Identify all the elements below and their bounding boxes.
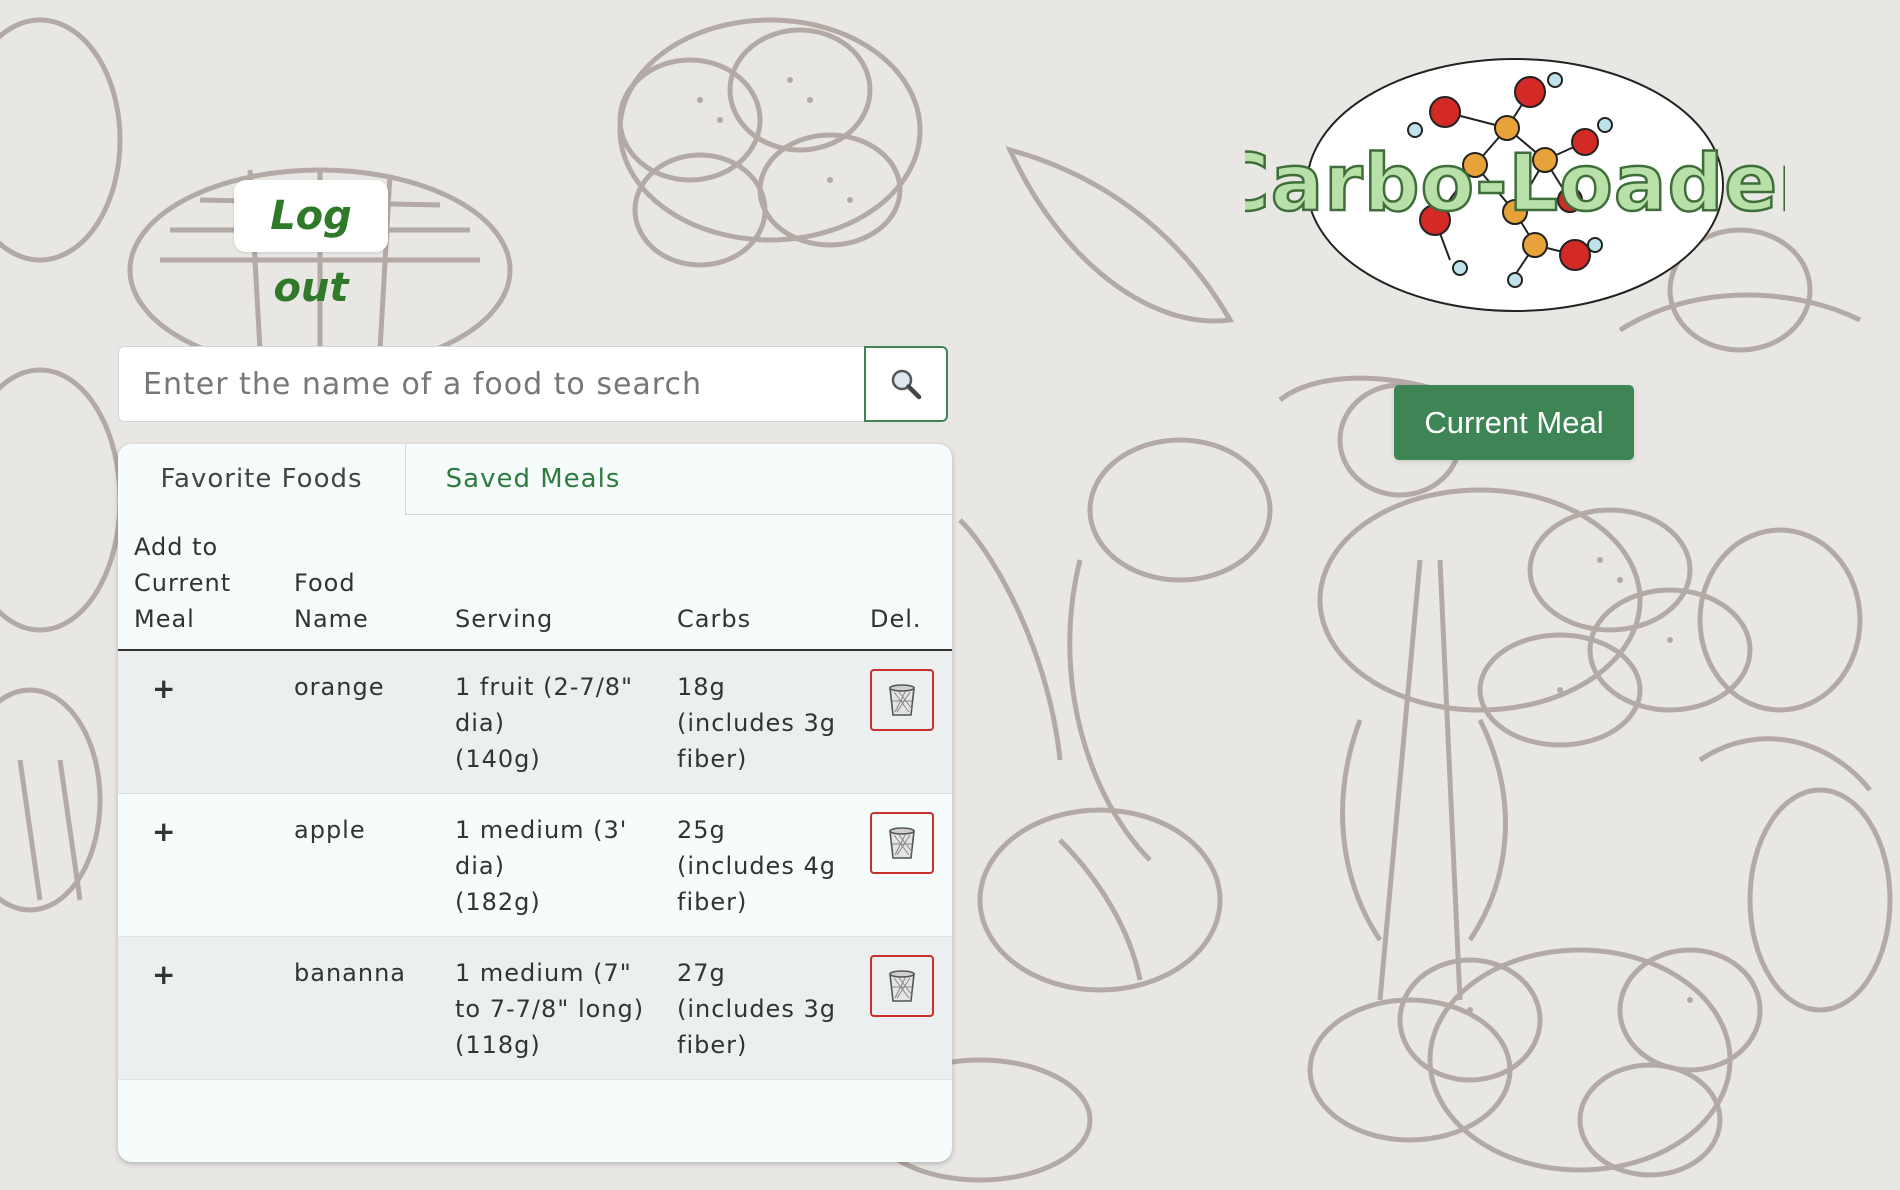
tab-saved-meals[interactable]: Saved Meals <box>408 444 658 515</box>
serving-cell: 1 medium (7" to 7-7/8" long) (118g) <box>439 936 661 1080</box>
favorite-foods-table: Add to Current Meal Food Name Serving Ca… <box>118 515 952 1080</box>
trash-icon <box>889 684 915 716</box>
header-serving: Serving <box>439 515 661 651</box>
table-header-row: Add to Current Meal Food Name Serving Ca… <box>118 515 952 651</box>
delete-button[interactable] <box>870 812 934 874</box>
trash-icon <box>889 827 915 859</box>
trash-icon <box>889 970 915 1002</box>
food-search-input[interactable] <box>118 346 864 422</box>
delete-button[interactable] <box>870 669 934 731</box>
add-to-meal-button[interactable]: + <box>152 814 176 850</box>
serving-cell: 1 medium (3' dia) (182g) <box>439 793 661 937</box>
panel-tabs: Favorite Foods Saved Meals <box>118 444 952 516</box>
add-to-meal-button[interactable]: + <box>152 957 176 993</box>
table-row: + bananna 1 medium (7" to 7-7/8" long) (… <box>118 936 952 1080</box>
search-button[interactable] <box>864 346 948 422</box>
delete-button[interactable] <box>870 955 934 1017</box>
serving-cell: 1 fruit (2-7/8" dia) (140g) <box>439 650 661 794</box>
carbs-cell: 18g (includes 3g fiber) <box>661 650 854 794</box>
table-row: + orange 1 fruit (2-7/8" dia) (140g) 18g… <box>118 650 952 794</box>
carbo-loader-logo: Carbo-Loader <box>1245 58 1785 312</box>
table-row: + apple 1 medium (3' dia) (182g) 25g (in… <box>118 793 952 937</box>
search-icon <box>891 369 922 400</box>
food-name: apple <box>278 793 439 937</box>
carbs-cell: 25g (includes 4g fiber) <box>661 793 854 937</box>
food-name: bananna <box>278 936 439 1080</box>
food-name: orange <box>278 650 439 794</box>
add-to-meal-button[interactable]: + <box>152 671 176 707</box>
header-carbs: Carbs <box>661 515 854 651</box>
logout-button[interactable]: Log out <box>234 180 388 311</box>
tab-favorite-foods[interactable]: Favorite Foods <box>118 444 406 516</box>
header-food-name: Food Name <box>278 515 439 651</box>
current-meal-button[interactable]: Current Meal <box>1394 385 1634 460</box>
food-search-bar <box>118 346 948 422</box>
favorites-panel: Favorite Foods Saved Meals Add to Curren… <box>118 444 952 1162</box>
header-add-to-current-meal: Add to Current Meal <box>118 515 278 651</box>
logo-text: Carbo-Loader <box>1245 139 1785 229</box>
header-delete: Del. <box>854 515 952 651</box>
carbs-cell: 27g (includes 3g fiber) <box>661 936 854 1080</box>
